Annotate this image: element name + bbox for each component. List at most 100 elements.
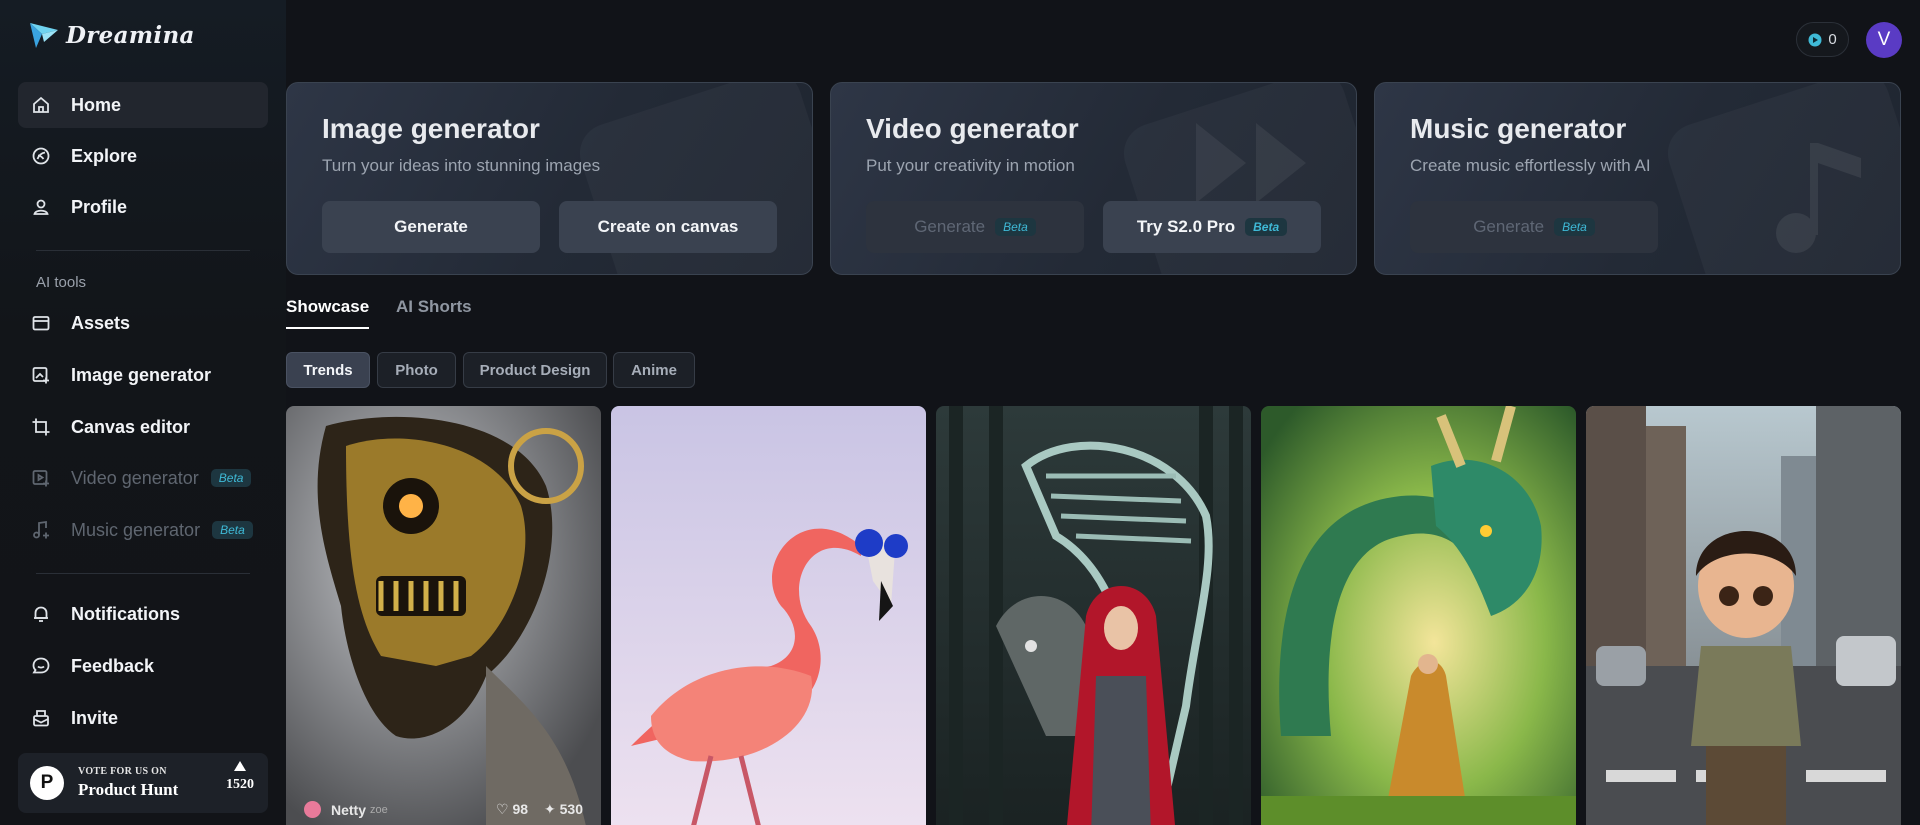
filter-chip-trends[interactable]: Trends (286, 352, 370, 388)
credits-count: 0 (1828, 31, 1837, 48)
gallery-item[interactable] (1261, 406, 1576, 825)
video-generate-button[interactable]: Generate Beta (866, 201, 1084, 253)
gallery-item[interactable]: Netty zoe ♡ 98 ✦ 530 (286, 406, 601, 825)
upvote-triangle-icon (234, 761, 246, 771)
tile-meta: Netty zoe ♡ 98 ✦ 530 (304, 801, 583, 818)
bell-icon (30, 603, 52, 625)
product-hunt-text: VOTE FOR US ON Product Hunt (78, 766, 178, 800)
filter-chip-photo[interactable]: Photo (377, 352, 456, 388)
card-subtitle: Create music effortlessly with AI (1410, 156, 1651, 175)
app-name: Dreamina (66, 21, 195, 49)
video-generator-card: Video generator Put your creativity in m… (830, 82, 1357, 275)
sidebar: Dreamina Home Explore Profile AI tools A… (0, 0, 286, 825)
filter-chip-anime[interactable]: Anime (613, 352, 695, 388)
feedback-icon (30, 655, 52, 677)
music-note-decoration-icon (1776, 143, 1861, 253)
gallery-item[interactable] (611, 406, 926, 825)
boy-street-image (1586, 406, 1901, 825)
image-plus-icon (30, 364, 52, 386)
credits-badge[interactable]: 0 (1796, 22, 1849, 57)
sidebar-item-video-generator[interactable]: Video generator Beta (18, 455, 268, 501)
dragon-image (1261, 406, 1576, 825)
red-riding-hood-image (936, 406, 1251, 825)
author-name: Netty (331, 801, 367, 818)
sidebar-item-label: Feedback (71, 655, 155, 676)
music-generator-card: Music generator Create music effortlessl… (1374, 82, 1901, 275)
user-icon (30, 196, 52, 218)
gallery-item[interactable] (1586, 406, 1901, 825)
sidebar-item-label: Canvas editor (71, 416, 191, 437)
beta-badge: Beta (210, 469, 252, 487)
sidebar-item-label: Explore (71, 145, 138, 166)
product-hunt-tagline: VOTE FOR US ON (78, 766, 167, 777)
card-subtitle: Turn your ideas into stunning images (322, 156, 601, 175)
beta-badge: Beta (1245, 218, 1288, 236)
sidebar-item-label: Video generator (71, 467, 199, 488)
crop-icon (30, 416, 52, 438)
sidebar-item-label: Home (71, 94, 122, 115)
product-hunt-name: Product Hunt (78, 780, 179, 799)
sidebar-item-label: Profile (71, 196, 128, 217)
active-tab-indicator (286, 327, 369, 329)
image-generate-button[interactable]: Generate (322, 201, 540, 253)
sidebar-item-notifications[interactable]: Notifications (18, 591, 268, 637)
ai-tools-label: AI tools (36, 274, 87, 291)
invite-icon (30, 707, 52, 729)
sidebar-item-profile[interactable]: Profile (18, 184, 268, 230)
product-hunt-banner[interactable]: P VOTE FOR US ON Product Hunt 1520 (18, 753, 268, 813)
card-title: Image generator (322, 113, 540, 144)
uses-count: 530 (559, 801, 583, 817)
card-subtitle: Put your creativity in motion (866, 156, 1075, 175)
beta-badge: Beta (995, 218, 1036, 236)
sidebar-item-label: Assets (71, 312, 131, 333)
video-plus-icon (30, 467, 52, 489)
uses-stat[interactable]: ✦ 530 (544, 801, 583, 818)
credit-coin-icon (1808, 33, 1822, 46)
likes-stat[interactable]: ♡ 98 (496, 801, 528, 818)
create-on-canvas-button[interactable]: Create on canvas (559, 201, 777, 253)
sidebar-item-assets[interactable]: Assets (18, 300, 268, 346)
sidebar-item-feedback[interactable]: Feedback (18, 643, 268, 689)
music-generate-button[interactable]: Generate Beta (1410, 201, 1658, 253)
flamingo-image (611, 406, 926, 825)
sidebar-item-image-generator[interactable]: Image generator (18, 352, 268, 398)
tab-ai-shorts[interactable]: AI Shorts (396, 297, 472, 317)
sidebar-item-explore[interactable]: Explore (18, 133, 268, 179)
robot-skull-image (286, 406, 601, 825)
filter-chip-product-design[interactable]: Product Design (463, 352, 607, 388)
sidebar-item-invite[interactable]: Invite (18, 695, 268, 741)
sidebar-item-label: Image generator (71, 364, 212, 385)
tile-stats: ♡ 98 ✦ 530 (496, 801, 583, 818)
product-hunt-logo: P (30, 766, 64, 800)
gallery-item[interactable] (936, 406, 1251, 825)
sparkle-icon: ✦ (544, 801, 560, 817)
sidebar-divider (36, 573, 250, 574)
author-tag: zoe (370, 803, 388, 816)
sidebar-item-home[interactable]: Home (18, 82, 268, 128)
sidebar-item-music-generator[interactable]: Music generator Beta (18, 507, 268, 553)
home-icon (30, 94, 52, 116)
sidebar-item-label: Notifications (71, 603, 181, 624)
author-avatar (304, 801, 321, 818)
button-label: Generate (1473, 217, 1545, 236)
sidebar-item-label: Invite (71, 707, 119, 728)
avatar[interactable]: V (1866, 22, 1902, 58)
button-label: Try S2.0 Pro (1136, 217, 1236, 236)
button-label: Create on canvas (597, 217, 739, 236)
tab-showcase[interactable]: Showcase (286, 297, 369, 317)
button-label: Generate (914, 217, 986, 236)
dreamina-logo-icon (30, 23, 58, 48)
button-label: Generate (394, 217, 468, 236)
product-hunt-vote[interactable]: 1520 (226, 761, 254, 793)
card-title: Video generator (866, 113, 1079, 144)
product-hunt-count: 1520 (226, 777, 254, 792)
explore-icon (30, 145, 52, 167)
heart-icon: ♡ (495, 801, 513, 817)
try-s2-pro-button[interactable]: Try S2.0 Pro Beta (1103, 201, 1321, 253)
sidebar-item-canvas-editor[interactable]: Canvas editor (18, 404, 268, 450)
music-plus-icon (30, 519, 52, 541)
likes-count: 98 (512, 801, 529, 817)
folder-icon (30, 312, 52, 334)
image-generator-card: Image generator Turn your ideas into stu… (286, 82, 813, 275)
app-logo[interactable]: Dreamina (28, 20, 195, 50)
